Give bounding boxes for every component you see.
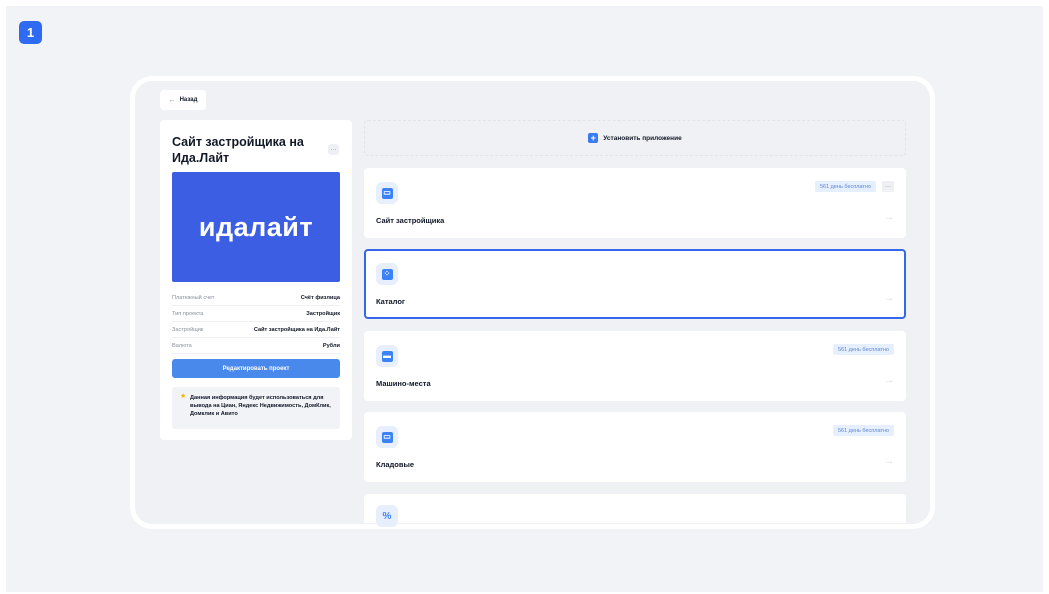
info-row: Застройщик Сайт застройщика на Ида.Лайт xyxy=(172,322,340,338)
trial-badge: 561 день бесплатно xyxy=(832,425,894,436)
info-key: Застройщик xyxy=(172,326,204,333)
trial-badge: 561 день бесплатно xyxy=(832,344,894,355)
trial-badge: 561 день бесплатно xyxy=(814,181,876,192)
info-value: Застройщик xyxy=(306,310,340,317)
percent-icon: % xyxy=(376,505,398,527)
app-title: Каталог xyxy=(376,297,406,306)
project-logo: идалайт xyxy=(172,172,340,282)
plus-icon: + xyxy=(588,133,599,143)
project-more-button[interactable]: ··· xyxy=(328,144,339,155)
arrow-right-icon[interactable]: → xyxy=(884,375,894,386)
app-card-catalog[interactable]: ⁘ Каталог → xyxy=(364,249,906,319)
app-card-parking[interactable]: ▬ 561 день бесплатно Машино-места → xyxy=(364,331,906,401)
app-title: Машино-места xyxy=(376,379,431,388)
info-key: Валюта xyxy=(172,342,192,349)
logo-text: идалайт xyxy=(198,211,314,242)
arrow-right-icon[interactable]: → xyxy=(884,212,894,223)
info-row: Валюта Рубли xyxy=(172,338,340,354)
info-note: ★ Данная информация будет использоваться… xyxy=(172,387,340,429)
arrow-left-icon: ← xyxy=(168,96,176,104)
arrow-right-icon[interactable]: → xyxy=(884,456,894,467)
app-more-button[interactable]: ··· xyxy=(882,181,894,192)
info-row: Платежный счет Счёт физлица xyxy=(172,290,340,306)
app-card-storage[interactable]: ▭ 561 день бесплатно Кладовые → xyxy=(364,412,906,482)
storage-icon: ▭ xyxy=(376,426,398,448)
step-badge: 1 xyxy=(19,21,42,44)
project-panel: Сайт застройщика на Ида.Лайт ··· идалайт… xyxy=(160,120,352,440)
star-icon: ★ xyxy=(180,393,187,400)
car-icon: ▬ xyxy=(376,345,398,367)
info-note-text: Данная информация будет использоваться д… xyxy=(190,395,331,417)
info-key: Платежный счет xyxy=(172,294,215,301)
install-app-label: Установить приложение xyxy=(603,134,682,142)
back-button-label: Назад xyxy=(179,97,198,103)
arrow-right-icon[interactable]: → xyxy=(884,293,894,304)
edit-project-button[interactable]: Редактировать проект xyxy=(172,359,340,378)
app-title: Сайт застройщика xyxy=(376,216,445,225)
install-app-button[interactable]: + Установить приложение xyxy=(364,120,906,156)
app-card-website[interactable]: ▭ 561 день бесплатно ··· Сайт застройщик… xyxy=(364,168,906,238)
info-value: Сайт застройщика на Ида.Лайт xyxy=(253,326,340,333)
app-card-partial[interactable]: % xyxy=(364,494,906,527)
project-info-table: Платежный счет Счёт физлица Тип проекта … xyxy=(172,290,340,354)
project-title: Сайт застройщика на Ида.Лайт xyxy=(172,135,304,165)
app-title: Кладовые xyxy=(376,460,415,469)
info-row: Тип проекта Застройщик xyxy=(172,306,340,322)
website-icon: ▭ xyxy=(376,182,398,204)
info-value: Счёт физлица xyxy=(300,294,340,301)
info-key: Тип проекта xyxy=(172,310,204,317)
catalog-icon: ⁘ xyxy=(376,263,398,285)
back-button[interactable]: ← Назад xyxy=(160,90,206,110)
info-value: Рубли xyxy=(322,342,340,349)
